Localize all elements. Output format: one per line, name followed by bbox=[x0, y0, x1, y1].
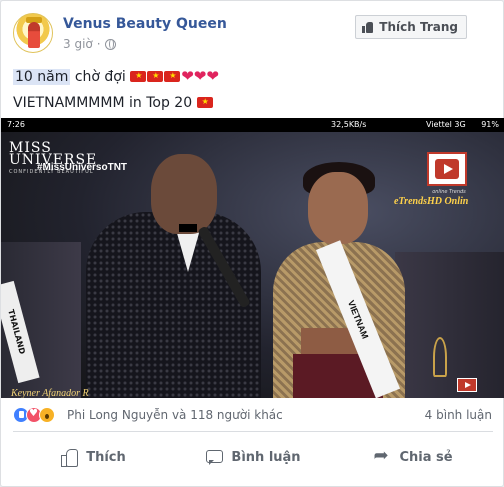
post-meta: 3 giờ · bbox=[63, 37, 116, 51]
reactions-bar: Phi Long Nguyễn và 118 người khác 4 bình… bbox=[13, 405, 493, 427]
like-button[interactable]: Thích bbox=[13, 437, 173, 477]
share-label: Chia sẻ bbox=[399, 449, 453, 465]
heart-icon: ❤ bbox=[206, 67, 219, 85]
comment-icon bbox=[205, 448, 224, 466]
status-time: 7:26 bbox=[7, 120, 25, 129]
heart-icon: ❤ bbox=[181, 67, 194, 85]
video-icon bbox=[457, 378, 477, 392]
trophy-icon bbox=[433, 337, 447, 377]
vietnam-flag-icon bbox=[196, 96, 213, 108]
comments-count[interactable]: 4 bình luận bbox=[425, 408, 492, 422]
post-header: Venus Beauty Queen 3 giờ · Thích Trang bbox=[13, 13, 493, 57]
post-text-line-2: VIETNAMMMMM in Top 20 bbox=[13, 95, 193, 111]
post-line-2: VIETNAMMMMM in Top 20 bbox=[13, 90, 493, 116]
status-network: 32,5KB/s bbox=[331, 120, 367, 129]
play-logo-icon bbox=[427, 152, 467, 186]
post-body: 10 năm chờ đợi ❤❤❤ VIETNAMMMMM in Top 20 bbox=[13, 63, 493, 116]
like-page-label: Thích Trang bbox=[379, 20, 458, 34]
video-hashtag: #MissUniversoTNT bbox=[37, 162, 128, 173]
reaction-icons[interactable] bbox=[13, 407, 55, 423]
status-battery: 91% bbox=[481, 120, 499, 129]
share-button[interactable]: Chia sẻ bbox=[333, 437, 493, 477]
video-watermark: eTrendsHD Onlin bbox=[394, 196, 469, 207]
host-head bbox=[151, 154, 217, 234]
comment-button[interactable]: Bình luận bbox=[173, 437, 333, 477]
post-line-1: 10 năm chờ đợi ❤❤❤ bbox=[13, 63, 493, 90]
background-contestants-right bbox=[395, 252, 504, 398]
heart-icon: ❤ bbox=[193, 67, 207, 85]
watermark-small: online Trends bbox=[432, 189, 466, 195]
thumbs-up-icon bbox=[362, 21, 374, 33]
reaction-names[interactable]: Phi Long Nguyễn và 118 người khác bbox=[67, 408, 283, 422]
vietnam-flag-icon bbox=[147, 70, 164, 82]
post-card: Venus Beauty Queen 3 giờ · Thích Trang 1… bbox=[0, 0, 504, 487]
like-page-button[interactable]: Thích Trang bbox=[355, 15, 467, 39]
contestant-head bbox=[308, 172, 368, 244]
phone-status-bar: 7:26 32,5KB/s Viettel 3G 91% bbox=[1, 118, 504, 132]
globe-icon[interactable] bbox=[104, 38, 116, 50]
wow-icon bbox=[39, 407, 55, 423]
vietnam-flag-icon bbox=[164, 70, 181, 82]
post-time[interactable]: 3 giờ bbox=[63, 37, 93, 51]
meta-separator: · bbox=[96, 37, 101, 51]
avatar-figure bbox=[28, 22, 40, 48]
video-frame: THAILAND VIETNAM MISS UNIVERSE CONFIDENT… bbox=[1, 132, 504, 398]
like-label: Thích bbox=[86, 449, 126, 465]
page-name-link[interactable]: Venus Beauty Queen bbox=[63, 16, 227, 32]
video-credit: Keyner Afanador R bbox=[11, 388, 89, 398]
vietnam-flag-icon bbox=[130, 70, 147, 82]
status-carrier: Viettel 3G bbox=[426, 120, 466, 129]
comment-label: Bình luận bbox=[231, 449, 301, 465]
host-figure bbox=[86, 212, 261, 398]
thumbs-up-icon bbox=[60, 448, 79, 467]
divider bbox=[13, 431, 493, 432]
post-text-rest: chờ đợi bbox=[74, 69, 126, 85]
action-bar: Thích Bình luận Chia sẻ bbox=[13, 437, 493, 477]
share-icon bbox=[373, 445, 391, 466]
page-avatar[interactable] bbox=[13, 13, 53, 53]
highlighted-text[interactable]: 10 năm bbox=[13, 69, 71, 85]
bow-tie bbox=[179, 224, 197, 232]
post-video[interactable]: 7:26 32,5KB/s Viettel 3G 91% THAILAND VI… bbox=[1, 118, 504, 398]
